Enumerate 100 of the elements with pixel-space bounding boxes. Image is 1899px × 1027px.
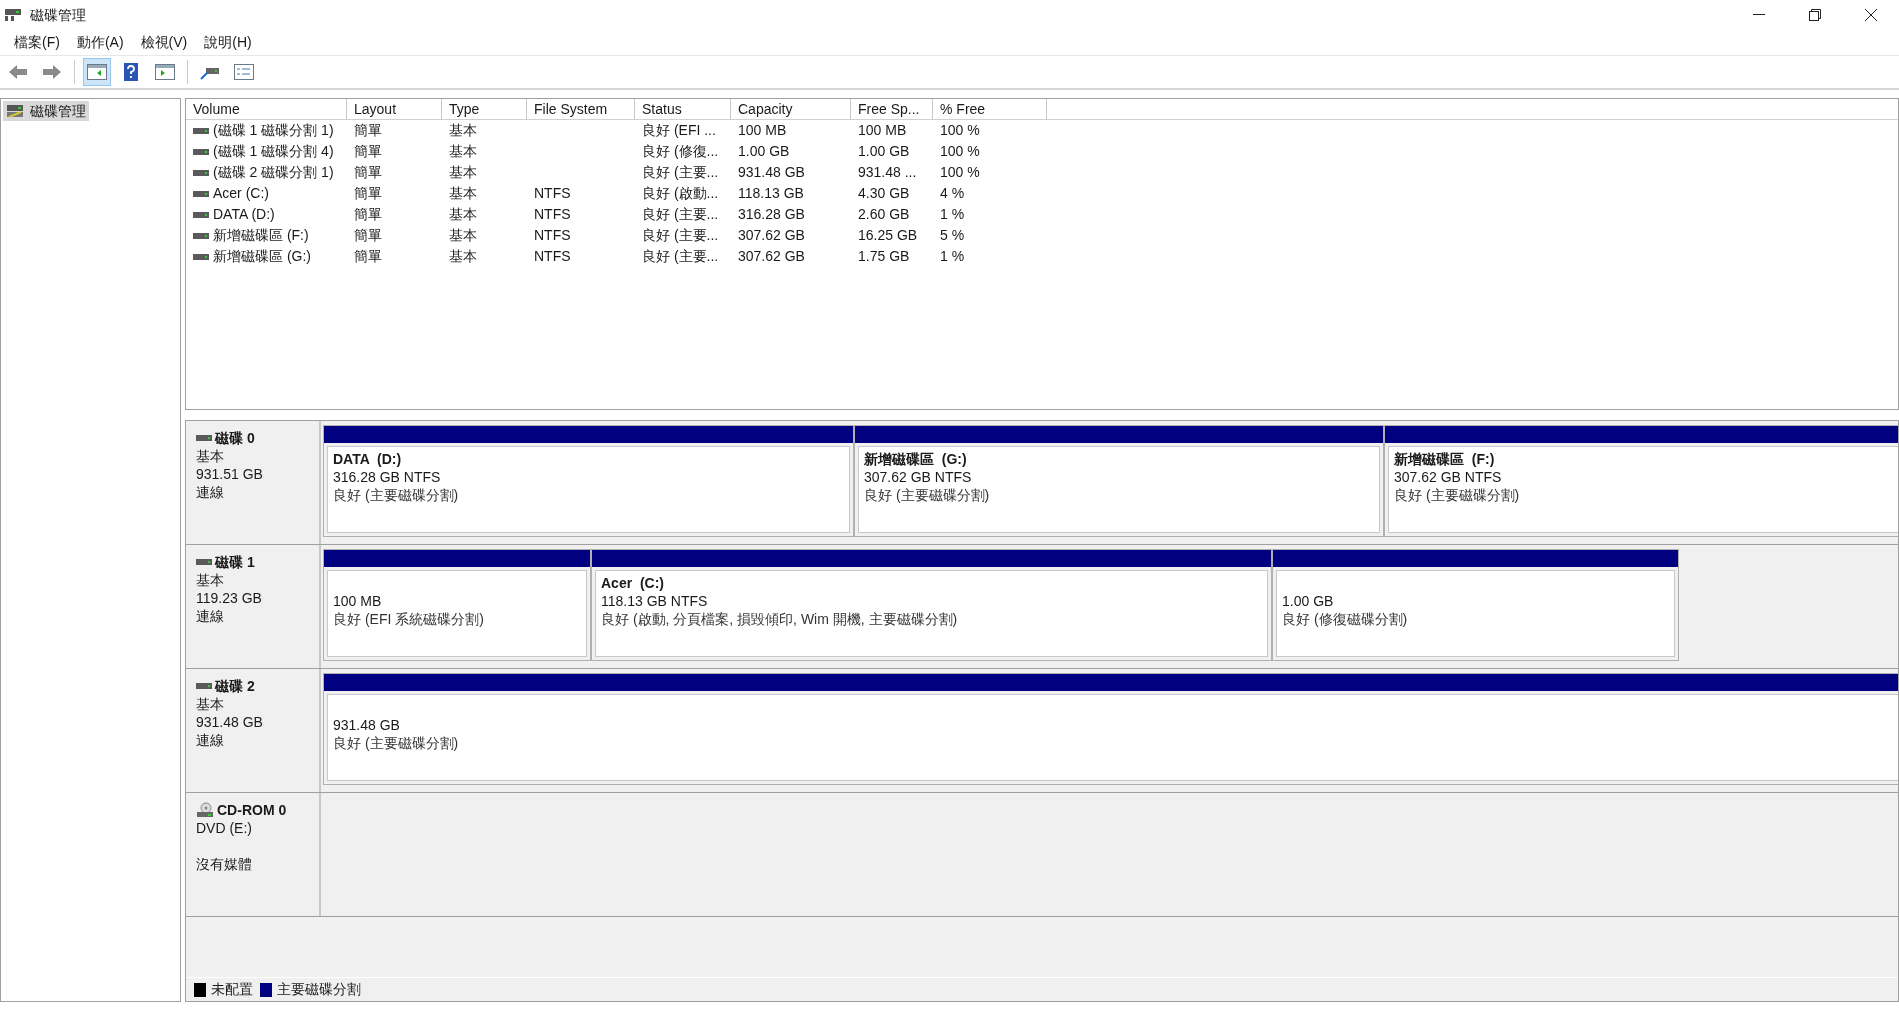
drive-icon: [193, 168, 209, 177]
table-cell-text: (磁碟 2 磁碟分割 1): [213, 163, 334, 182]
table-cell-text: 良好 (修復...: [642, 142, 719, 161]
partition-status: 良好 (主要磁碟分割): [864, 486, 991, 504]
drive-icon: [196, 434, 212, 442]
legend-label: 未配置: [211, 980, 253, 999]
table-cell-text: 1 %: [940, 247, 965, 266]
partition-block[interactable]: 100 MB 良好 (EFI 系統磁碟分割): [323, 549, 591, 661]
drive-icon: [196, 558, 212, 566]
disk-management-icon: [6, 103, 24, 119]
partition-status: 良好 (主要磁碟分割): [333, 486, 460, 504]
column-header[interactable]: Free Sp...: [851, 99, 933, 119]
restore-icon: [1809, 9, 1821, 21]
partition-status: 良好 (EFI 系統磁碟分割): [333, 610, 485, 628]
disk-type: 基本: [196, 695, 225, 713]
close-icon: [1865, 9, 1877, 21]
table-cell-text: DATA (D:): [213, 205, 275, 224]
volume-row[interactable]: (磁碟 2 磁碟分割 1) 簡單 基本 良好 (主要... 931.48 GB 931.48 ... 100 %: [186, 162, 1898, 183]
partition-size: 307.62 GB NTFS: [1394, 468, 1503, 486]
column-header[interactable]: Layout: [347, 99, 442, 119]
volume-row[interactable]: Acer (C:) 簡單 基本 NTFS 良好 (啟動... 118.13 GB 4.30 GB 4 %: [186, 183, 1898, 204]
drive-icon: [193, 126, 209, 135]
minimize-icon: [1753, 14, 1765, 16]
disk-name: 磁碟 0: [215, 429, 255, 447]
table-cell-text: 5 %: [940, 226, 965, 245]
table-cell-text: 1 %: [940, 205, 965, 224]
table-cell-text: NTFS: [534, 184, 571, 203]
table-cell-text: 基本: [449, 163, 477, 182]
toolbar-button[interactable]: [83, 58, 111, 86]
column-header[interactable]: Capacity: [731, 99, 851, 119]
table-cell-text: 16.25 GB: [858, 226, 918, 245]
table-cell-text: 118.13 GB: [738, 184, 804, 203]
drive-icon: [193, 231, 209, 240]
disk-name: CD-ROM 0: [217, 801, 287, 819]
partition-size: 118.13 GB NTFS: [601, 592, 709, 610]
column-header[interactable]: File System: [527, 99, 635, 119]
drive-icon: [196, 682, 212, 690]
partition-status: 良好 (主要磁碟分割): [333, 734, 460, 752]
partition-block[interactable]: 新增磁碟區 (G:) 307.62 GB NTFS 良好 (主要磁碟分割): [854, 425, 1384, 537]
table-cell-text: 簡單: [354, 121, 382, 140]
partition-block[interactable]: DATA (D:) 316.28 GB NTFS 良好 (主要磁碟分割): [323, 425, 854, 537]
table-cell-text: NTFS: [534, 226, 571, 245]
column-header[interactable]: Status: [635, 99, 731, 119]
disk-status: 沒有媒體: [196, 855, 253, 873]
table-cell-text: 簡單: [354, 184, 382, 203]
volume-row[interactable]: (磁碟 1 磁碟分割 4) 簡單 基本 良好 (修復... 1.00 GB 1.00 GB 100 %: [186, 141, 1898, 162]
table-cell-text: 新增磁碟區 (G:): [213, 247, 311, 266]
table-cell-text: NTFS: [534, 247, 571, 266]
table-cell-text: 良好 (主要...: [642, 163, 719, 182]
table-cell-text: 2.60 GB: [858, 205, 910, 224]
disk-name: 磁碟 1: [215, 553, 255, 571]
menu-item[interactable]: 說明(H): [198, 32, 258, 53]
table-cell-text: 良好 (啟動...: [642, 184, 719, 203]
disk-management-icon: [4, 8, 22, 22]
drive-icon: [193, 189, 209, 198]
window-title: 磁碟管理: [30, 5, 86, 25]
table-cell-text: 基本: [449, 184, 477, 203]
optical-drive-icon: [196, 802, 214, 818]
volume-row[interactable]: (磁碟 1 磁碟分割 1) 簡單 基本 良好 (EFI ... 100 MB 100 MB 100 %: [186, 120, 1898, 141]
disk-label-panel[interactable]: 磁碟 2 基本 931.48 GB 連線: [186, 669, 321, 792]
table-cell-text: NTFS: [534, 205, 571, 224]
tree-item[interactable]: 磁碟管理: [3, 101, 89, 121]
disk-status: 連線: [196, 483, 225, 501]
table-cell-text: 100 %: [940, 163, 980, 182]
column-header[interactable]: Volume: [186, 99, 347, 119]
volume-row[interactable]: 新增磁碟區 (G:) 簡單 基本 NTFS 良好 (主要... 307.62 GB 1.75 GB 1 %: [186, 246, 1898, 267]
partition-size: 307.62 GB NTFS: [864, 468, 973, 486]
column-header[interactable]: Type: [442, 99, 527, 119]
partition-size: 931.48 GB: [333, 716, 401, 734]
disk-status: 連線: [196, 731, 225, 749]
menu-item[interactable]: 檔案(F): [8, 32, 66, 53]
volume-row[interactable]: DATA (D:) 簡單 基本 NTFS 良好 (主要... 316.28 GB 2.60 GB 1 %: [186, 204, 1898, 225]
menu-item[interactable]: 動作(A): [70, 32, 130, 53]
partition-block[interactable]: 1.00 GB 良好 (修復磁碟分割): [1272, 549, 1679, 661]
table-cell-text: 簡單: [354, 142, 382, 161]
partition-block[interactable]: Acer (C:) 118.13 GB NTFS 良好 (啟動, 分頁檔案, 損毀傾印, Wim 開機, 主要磁碟分割): [591, 549, 1272, 661]
console-tree-icon: [87, 64, 107, 80]
disk-status: 連線: [196, 607, 225, 625]
table-cell-text: 新增磁碟區 (F:): [213, 226, 309, 245]
table-cell-text: 931.48 ...: [858, 163, 917, 182]
table-cell-text: 316.28 GB: [738, 205, 805, 224]
table-cell-text: 簡單: [354, 163, 382, 182]
disk-size: 931.48 GB: [196, 713, 264, 731]
table-cell-text: 良好 (主要...: [642, 247, 719, 266]
table-cell-text: 基本: [449, 142, 477, 161]
volume-row[interactable]: 新增磁碟區 (F:) 簡單 基本 NTFS 良好 (主要... 307.62 GB 16.25 GB 5 %: [186, 225, 1898, 246]
menu-item[interactable]: 檢視(V): [134, 32, 194, 53]
column-header[interactable]: % Free: [933, 99, 1047, 119]
disk-label-panel[interactable]: CD-ROM 0 DVD (E:) 沒有媒體: [186, 793, 321, 916]
disk-label-panel[interactable]: 磁碟 1 基本 119.23 GB 連線: [186, 545, 321, 668]
disk-type: 基本: [196, 571, 225, 589]
table-cell-text: 基本: [449, 226, 477, 245]
table-cell-text: 100 MB: [858, 121, 907, 140]
partition-block[interactable]: 新增磁碟區 (F:) 307.62 GB NTFS 良好 (主要磁碟分割): [1384, 425, 1898, 537]
partition-status: 良好 (主要磁碟分割): [1394, 486, 1521, 504]
drive-icon: [193, 147, 209, 156]
partition-block[interactable]: 931.48 GB 良好 (主要磁碟分割): [323, 673, 1898, 785]
forward-arrow-icon: [42, 64, 62, 80]
disk-label-panel[interactable]: 磁碟 0 基本 931.51 GB 連線: [186, 421, 321, 544]
table-cell-text: 基本: [449, 121, 477, 140]
